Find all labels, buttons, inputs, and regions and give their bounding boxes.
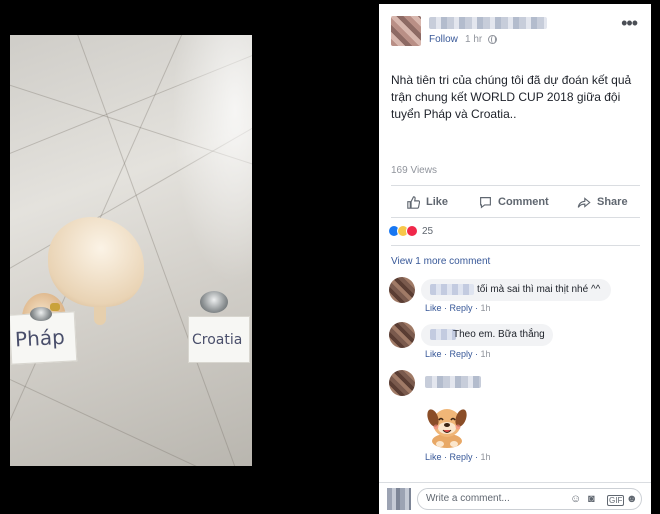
dog-collar (50, 303, 60, 311)
like-button[interactable]: Like (407, 193, 448, 211)
love-reaction-icon (406, 225, 418, 237)
more-options-icon[interactable]: ••• (621, 14, 638, 32)
post-panel: Follow 1 hr ••• Nhà tiên tri của chúng t… (379, 4, 651, 514)
current-user-avatar (387, 488, 411, 510)
comment-actions: Like · Reply · 1h (425, 349, 491, 359)
video-player[interactable]: Pháp Croatia (10, 35, 252, 466)
comment-label: Comment (498, 196, 549, 208)
comment-input[interactable]: Write a comment... ☺ ◙ GIF ☻ (417, 488, 642, 510)
post-caption: Nhà tiên tri của chúng tôi đã dự đoán kế… (391, 73, 632, 121)
dog-body (48, 217, 144, 307)
divider (391, 245, 640, 246)
bowl-left (30, 307, 52, 321)
comment-reply-link[interactable]: Reply (450, 452, 473, 462)
comment-icon (480, 196, 491, 209)
sign-croatia: Croatia (188, 316, 250, 363)
reaction-summary[interactable]: 25 (388, 224, 433, 238)
author-name[interactable] (429, 17, 547, 29)
author-avatar[interactable] (391, 16, 421, 46)
gif-icon[interactable]: GIF (607, 495, 625, 506)
commenter-name[interactable] (425, 376, 481, 388)
thumbs-up-icon (407, 195, 420, 209)
comment-like-link[interactable]: Like (425, 452, 442, 462)
sign-croatia-label: Croatia (192, 332, 243, 348)
divider (391, 185, 640, 186)
comment-reply-link[interactable]: Reply (450, 303, 473, 313)
bowl-right (200, 291, 228, 313)
view-more-comments-link[interactable]: View 1 more comment (391, 256, 490, 267)
commenter-avatar[interactable] (389, 322, 415, 348)
commenter-avatar[interactable] (389, 277, 415, 303)
sticker-icon[interactable]: ☻ (626, 493, 638, 505)
follow-link[interactable]: Follow (429, 34, 458, 45)
like-label: Like (426, 196, 449, 208)
comment-like-link[interactable]: Like (425, 349, 442, 359)
globe-icon (488, 35, 497, 44)
comment-time[interactable]: 1h (481, 452, 491, 462)
view-count: 169 Views (391, 165, 437, 176)
post-time[interactable]: 1 hr (465, 34, 482, 45)
dog-sticker-icon (427, 409, 467, 448)
post-header: Follow 1 hr ••• (379, 4, 651, 52)
comment-button[interactable]: Comment (479, 193, 549, 211)
window-light (172, 35, 252, 285)
reaction-count: 25 (422, 225, 434, 237)
camera-icon[interactable]: ◙ (588, 493, 595, 505)
commenter-avatar[interactable] (389, 370, 415, 396)
comment-input-placeholder: Write a comment... (426, 493, 510, 504)
comment-text: Theo em. Bữa thắng (453, 329, 545, 340)
comment-time[interactable]: 1h (481, 303, 491, 313)
comment-like-link[interactable]: Like (425, 303, 442, 313)
share-arrow-icon (577, 196, 591, 208)
comment-text: tối mà sai thì mai thịt nhé ^^ (477, 284, 601, 295)
comment-actions: Like · Reply · 1h (425, 303, 491, 313)
divider (391, 217, 640, 218)
emoji-icon[interactable]: ☺ (570, 493, 581, 505)
share-button[interactable]: Share (577, 193, 628, 211)
commenter-name[interactable] (430, 284, 474, 295)
comment-bubble: tối mà sai thì mai thịt nhé ^^ (421, 279, 611, 301)
share-label: Share (597, 196, 628, 208)
write-comment-bar: Write a comment... ☺ ◙ GIF ☻ (379, 482, 651, 514)
comment-reply-link[interactable]: Reply (450, 349, 473, 359)
comment-actions: Like · Reply · 1h (425, 452, 491, 462)
sign-france-label: Pháp (14, 324, 66, 352)
comment-time[interactable]: 1h (481, 349, 491, 359)
comment-bubble: Theo em. Bữa thắng (421, 324, 553, 346)
